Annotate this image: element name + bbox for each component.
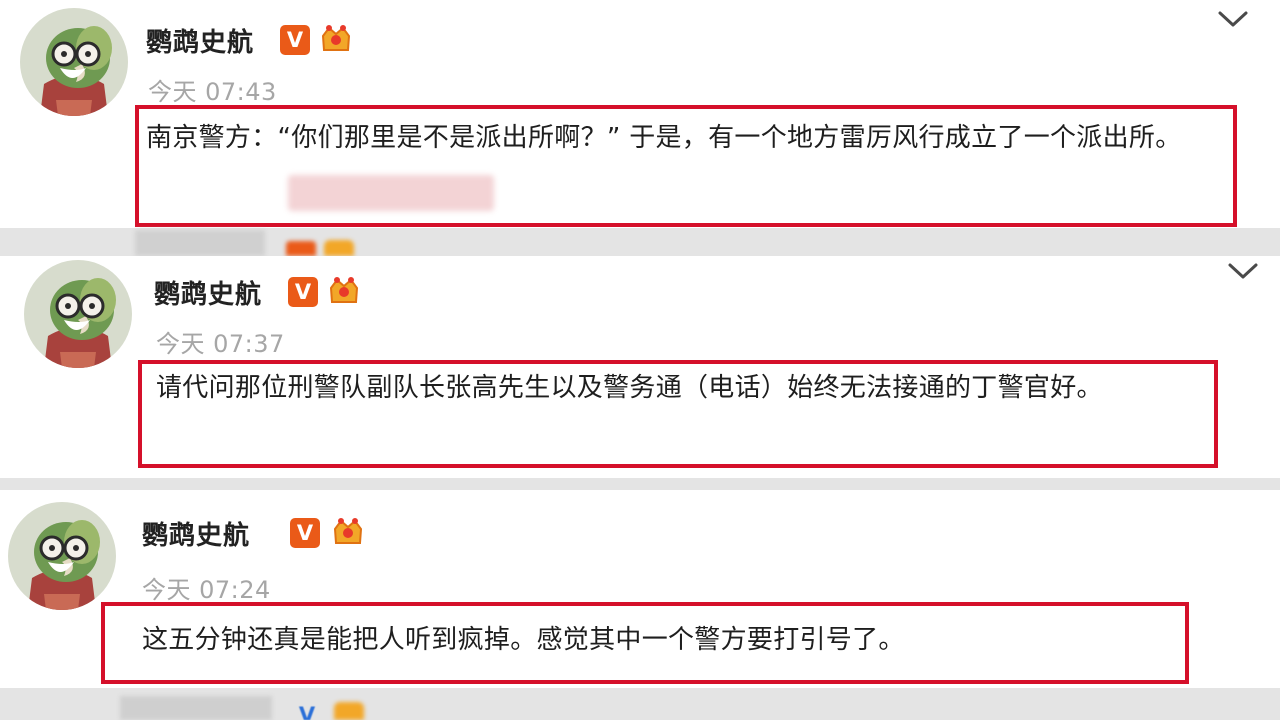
peeking-verified-v-icon <box>286 241 316 256</box>
username[interactable]: 鹦鹉史航 <box>142 515 250 552</box>
comment-text: 这五分钟还真是能把人听到疯掉。感觉其中一个警方要打引号了。 <box>142 625 905 655</box>
redacted-tag <box>288 175 494 211</box>
verified-v-icon: V <box>288 277 318 307</box>
peeking-member-crown-icon <box>334 702 364 720</box>
member-crown-icon <box>330 515 366 549</box>
comment-card-1: 鹦鹉史航 V 今天 07:43 南京警方：“你们那里是不是派出所啊？” 于是，有… <box>0 0 1280 228</box>
member-crown-icon <box>318 22 354 56</box>
comment-text: 南京警方：“你们那里是不是派出所啊？” 于是，有一个地方雷厉风行成立了一个派出所… <box>146 123 1182 153</box>
chevron-down-icon[interactable] <box>1226 260 1260 282</box>
peeking-verified-v-icon: V <box>298 703 316 720</box>
verified-v-icon: V <box>290 518 320 548</box>
user-avatar[interactable] <box>24 260 132 368</box>
verified-v-icon: V <box>280 25 310 55</box>
username[interactable]: 鹦鹉史航 <box>154 274 262 311</box>
user-avatar[interactable] <box>8 502 116 610</box>
weibo-comment-feed: 鹦鹉史航 V 今天 07:43 南京警方：“你们那里是不是派出所啊？” 于是，有… <box>0 0 1280 720</box>
peeking-avatar-blur <box>120 696 272 720</box>
comment-text: 请代问那位刑警队副队长张高先生以及警务通（电话）始终无法接通的丁警官好。 <box>156 373 1103 403</box>
timestamp: 今天 07:24 <box>142 576 271 604</box>
username[interactable]: 鹦鹉史航 <box>146 22 254 59</box>
user-avatar[interactable] <box>20 8 128 116</box>
peeking-avatar-blur <box>135 230 265 256</box>
comment-card-2: 鹦鹉史航 V 今天 07:37 请代问那位刑警队副队长张高先生以及警务通（电话）… <box>0 256 1280 478</box>
comment-card-3: 鹦鹉史航 V 今天 07:24 这五分钟还真是能把人听到疯掉。感觉其中一个警方要… <box>0 490 1280 688</box>
peeking-member-crown-icon <box>324 240 354 256</box>
chevron-down-icon[interactable] <box>1216 8 1250 30</box>
member-crown-icon <box>326 274 362 308</box>
timestamp: 今天 07:43 <box>148 78 277 106</box>
timestamp: 今天 07:37 <box>156 330 285 358</box>
